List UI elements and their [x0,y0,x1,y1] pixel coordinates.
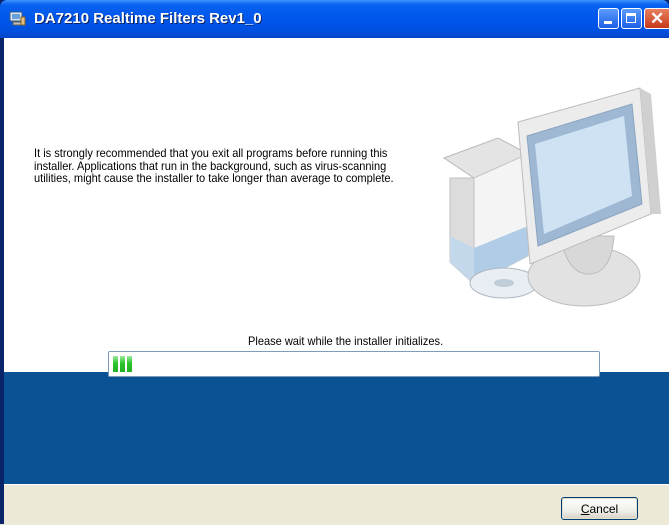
computer-illustration-icon [442,87,661,307]
cancel-button[interactable]: Cancel [561,497,638,520]
installer-window: DA7210 Realtime Filters Rev1_0 ✕ It is s… [0,0,669,525]
status-text: Please wait while the installer initiali… [248,334,444,348]
window-title: DA7210 Realtime Filters Rev1_0 [34,10,262,27]
maximize-icon [626,13,636,23]
minimize-button[interactable] [598,8,619,29]
installer-app-icon [9,11,26,26]
progress-segment [120,356,125,372]
cancel-label: ancel [589,501,619,516]
progress-segment [113,356,118,372]
blue-band [4,372,669,484]
progress-fill [113,356,134,372]
close-icon: ✕ [650,9,665,28]
advice-text: It is strongly recommended that you exit… [34,146,394,185]
maximize-button[interactable] [621,8,642,29]
progress-bar [108,351,600,377]
progress-segment [127,356,132,372]
cancel-accelerator: C [580,501,590,516]
title-bar[interactable]: DA7210 Realtime Filters Rev1_0 ✕ [0,0,669,38]
minimize-icon [604,21,612,24]
close-button[interactable]: ✕ [644,8,669,29]
